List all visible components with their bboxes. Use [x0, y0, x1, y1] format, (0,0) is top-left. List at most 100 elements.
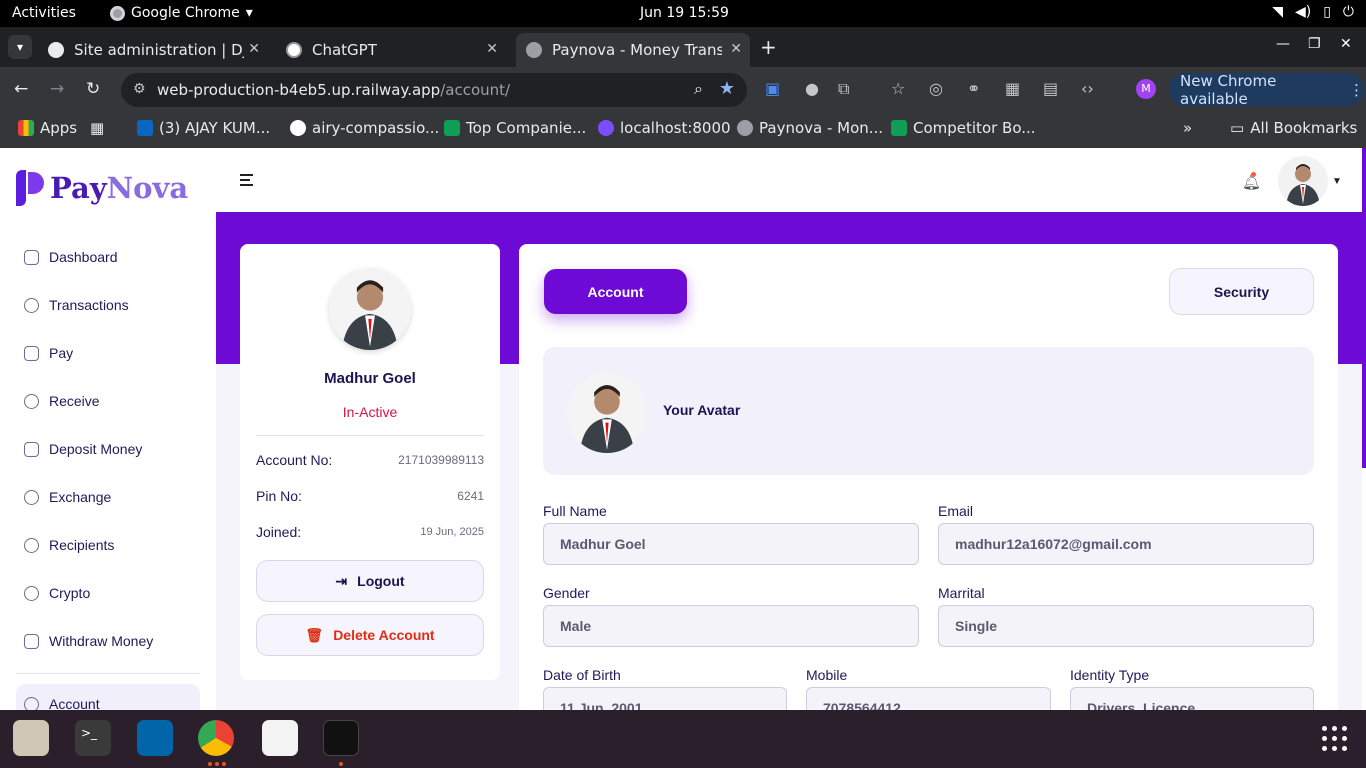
back-icon[interactable]: ←: [14, 79, 28, 99]
avatar-upload[interactable]: [567, 373, 647, 453]
nav-exchange[interactable]: Exchange: [24, 485, 111, 509]
vscode-icon[interactable]: [137, 720, 173, 756]
globe-icon: [737, 120, 753, 136]
nav-label: Withdraw Money: [49, 633, 154, 649]
text-editor-icon[interactable]: [262, 720, 298, 756]
bookmark-competitor[interactable]: Competitor Bo...: [891, 119, 1036, 137]
extension-dot-icon[interactable]: ●: [805, 79, 819, 98]
marital-label: Marrital: [938, 585, 985, 601]
chrome-icon: [110, 5, 125, 21]
link-icon[interactable]: ⚭: [967, 79, 980, 98]
tab-chatgpt[interactable]: ChatGPT ✕: [276, 33, 506, 67]
forward-icon[interactable]: →: [50, 79, 64, 99]
marital-select[interactable]: Single: [938, 605, 1314, 647]
account-no-value: 2171039989113: [398, 453, 484, 467]
close-icon[interactable]: ✕: [248, 41, 260, 57]
running-indicator: [208, 762, 212, 766]
new-tab-button[interactable]: +: [760, 35, 777, 59]
bookmark-paynova[interactable]: Paynova - Mon...: [737, 119, 883, 137]
site-info-icon[interactable]: ⚙: [133, 81, 146, 97]
battery-icon: ▯: [1323, 4, 1331, 20]
full-name-field[interactable]: Madhur Goel: [543, 523, 919, 565]
bookmark-top-companies[interactable]: Top Companie...: [444, 119, 586, 137]
bookmark-apps[interactable]: Apps: [18, 119, 77, 137]
tab-paynova[interactable]: Paynova - Money Transfe ✕: [516, 33, 750, 67]
nav-recipients[interactable]: Recipients: [24, 533, 114, 557]
files-icon[interactable]: [13, 720, 49, 756]
gender-select[interactable]: Male: [543, 605, 919, 647]
reload-icon[interactable]: ↻: [86, 79, 100, 99]
profile-avatar[interactable]: M: [1136, 79, 1156, 99]
header-avatar[interactable]: [1278, 156, 1328, 206]
extensions-puzzle-icon[interactable]: ⧉: [838, 79, 849, 99]
nav-account[interactable]: Account: [16, 684, 200, 710]
logout-button[interactable]: ⇥ Logout: [256, 560, 484, 602]
tab-search-button[interactable]: ▾: [8, 35, 32, 59]
bookmark-star-icon[interactable]: ★: [719, 78, 735, 99]
caret-down-icon[interactable]: ▼: [1332, 176, 1342, 187]
tab-account[interactable]: Account: [544, 269, 687, 314]
history-icon: [24, 297, 39, 313]
nav-dashboard[interactable]: Dashboard: [24, 245, 118, 269]
mobile-field[interactable]: 7078564412: [806, 687, 1051, 710]
dob-field[interactable]: 11 Jun, 2001: [543, 687, 787, 710]
paynova-logo[interactable]: PayNova: [16, 170, 188, 206]
system-tray[interactable]: ◥ ◀) ▯ ⏻: [1272, 4, 1354, 20]
chrome-icon[interactable]: [198, 720, 234, 756]
bookmark-airy[interactable]: airy-compassio...: [290, 119, 439, 137]
close-icon[interactable]: ✕: [730, 41, 742, 57]
minimize-icon[interactable]: —: [1276, 36, 1290, 52]
maximize-icon[interactable]: ❐: [1308, 36, 1321, 52]
bookmarks-star-icon[interactable]: ☆: [891, 79, 905, 98]
show-apps-icon[interactable]: [1322, 726, 1348, 752]
account-no-row: Account No: 2171039989113: [256, 452, 484, 468]
logo-mark-icon: [16, 170, 44, 206]
all-bookmarks[interactable]: ▭ All Bookmarks: [1230, 119, 1357, 137]
scrollbar-thumb[interactable]: [1362, 148, 1366, 468]
crypto-icon: [24, 585, 39, 601]
tab-security[interactable]: Security: [1169, 268, 1314, 315]
bookmark-linkedin[interactable]: (3) AJAY KUM...: [137, 119, 270, 137]
tab-groups-icon[interactable]: ▦: [90, 119, 104, 137]
nav-receive[interactable]: Receive: [24, 389, 100, 413]
receive-icon: [24, 393, 39, 409]
dob-label: Date of Birth: [543, 667, 621, 683]
identity-select[interactable]: Drivers_Licence: [1070, 687, 1314, 710]
devtools-icon[interactable]: ‹›: [1081, 79, 1094, 98]
bookmark-localhost[interactable]: localhost:8000: [598, 119, 731, 137]
power-icon: ⏻: [1342, 4, 1354, 20]
close-window-icon[interactable]: ✕: [1340, 36, 1352, 52]
screenshot-icon[interactable]: ◎: [929, 79, 943, 98]
close-icon[interactable]: ✕: [486, 41, 498, 57]
joined-row: Joined: 19 Jun, 2025: [256, 524, 484, 540]
bookmarks-overflow-icon[interactable]: »: [1183, 119, 1192, 137]
bookmark-label: (3) AJAY KUM...: [159, 119, 271, 137]
nav-deposit[interactable]: Deposit Money: [24, 437, 142, 461]
app-menu[interactable]: Google Chrome ▾: [110, 5, 253, 21]
terminal-icon[interactable]: >_: [75, 720, 111, 756]
status-badge: In-Active: [342, 404, 398, 420]
app-launcher-icon[interactable]: [323, 720, 359, 756]
tab-site-admin[interactable]: Site administration | Dja ✕: [38, 33, 268, 67]
gender-label: Gender: [543, 585, 590, 601]
extension-fi-icon[interactable]: ▣: [765, 79, 780, 98]
nav-withdraw[interactable]: Withdraw Money: [24, 629, 153, 653]
divider: [256, 435, 484, 436]
nav-pay[interactable]: Pay: [24, 341, 73, 365]
sidepanel-icon[interactable]: ▤: [1043, 79, 1058, 98]
qr-code-icon[interactable]: ▦: [1005, 79, 1020, 98]
nav-crypto[interactable]: Crypto: [24, 581, 90, 605]
update-chrome-button[interactable]: New Chrome available ⋮: [1169, 72, 1364, 108]
nav-transactions[interactable]: Transactions: [24, 293, 129, 317]
address-bar[interactable]: ⚙ web-production-b4eb5.up.railway.app/ac…: [121, 73, 747, 107]
zoom-icon[interactable]: ⌕: [694, 79, 703, 99]
clock[interactable]: Jun 19 15:59: [640, 5, 729, 21]
menu-toggle-icon[interactable]: [240, 174, 253, 189]
email-field[interactable]: madhur12a16072@gmail.com: [938, 523, 1314, 565]
activities-button[interactable]: Activities: [12, 5, 76, 21]
delete-account-button[interactable]: 🗑︎ Delete Account: [256, 614, 484, 656]
user-icon: [24, 537, 39, 553]
bookmarks-bar: Apps ▦ (3) AJAY KUM... airy-compassio...…: [0, 112, 1366, 148]
linkedin-icon: [137, 120, 153, 136]
trash-icon: 🗑︎: [305, 626, 324, 643]
